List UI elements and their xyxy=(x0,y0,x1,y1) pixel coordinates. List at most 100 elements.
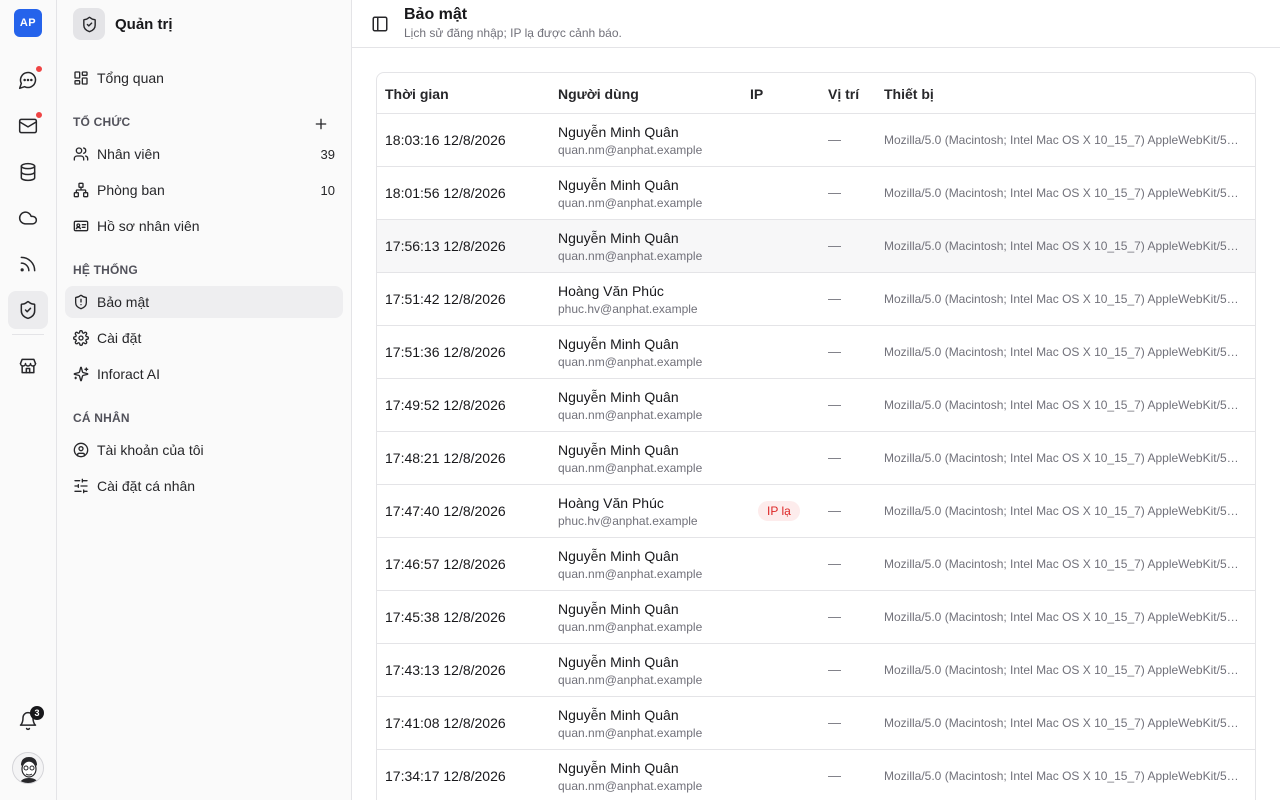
location-value: — xyxy=(828,185,841,200)
employees-count: 39 xyxy=(320,146,335,162)
sidebar-item-inforact-ai[interactable]: Inforact AI xyxy=(65,358,343,390)
user-email: quan.nm@anphat.example xyxy=(558,461,703,475)
workspace-logo[interactable]: AP xyxy=(14,9,42,37)
table-row[interactable]: 18:01:56 12/8/2026 Nguyễn Minh Quân quan.n… xyxy=(377,167,1255,220)
toggle-sidebar-button[interactable] xyxy=(370,14,390,34)
sidebar-item-settings[interactable]: Cài đặt xyxy=(65,322,343,354)
device-user-agent: Mozilla/5.0 (Macintosh; Intel Mac OS X 1… xyxy=(884,610,1244,624)
sidebar-header: Quản trị xyxy=(73,8,173,40)
table-row[interactable]: 17:45:38 12/8/2026 Nguyễn Minh Quân quan.n… xyxy=(377,591,1255,644)
sidebar-item-personal-settings[interactable]: Cài đặt cá nhân xyxy=(65,470,343,502)
login-time: 17:46:57 12/8/2026 xyxy=(385,556,506,572)
login-time: 18:03:16 12/8/2026 xyxy=(385,132,506,148)
sidebar-item-my-account[interactable]: Tài khoản của tôi xyxy=(65,434,343,466)
login-time: 17:56:13 12/8/2026 xyxy=(385,238,506,254)
shield-check-icon xyxy=(82,16,96,32)
departments-count: 10 xyxy=(320,182,335,198)
user-email: phuc.hv@anphat.example xyxy=(558,302,698,316)
user-email: phuc.hv@anphat.example xyxy=(558,514,698,528)
location-value: — xyxy=(828,291,841,306)
user-email: quan.nm@anphat.example xyxy=(558,567,703,581)
column-header-location[interactable]: Vị trí xyxy=(828,86,859,102)
plus-icon xyxy=(315,118,327,130)
user-email: quan.nm@anphat.example xyxy=(558,673,703,687)
shield-alert-icon xyxy=(75,294,87,310)
location-value: — xyxy=(828,768,841,783)
mail-unread-dot xyxy=(35,111,43,119)
unknown-ip-badge: IP lạ xyxy=(758,501,800,521)
sparkles-icon xyxy=(73,366,89,382)
store-icon xyxy=(19,358,37,374)
login-time: 18:01:56 12/8/2026 xyxy=(385,185,506,201)
table-row[interactable]: 17:56:13 12/8/2026 Nguyễn Minh Quân quan.n… xyxy=(377,220,1255,273)
device-user-agent: Mozilla/5.0 (Macintosh; Intel Mac OS X 1… xyxy=(884,716,1244,730)
admin-sidebar: Quản trị Tổng quan TỔ CHỨC Nhân viên 39 … xyxy=(57,0,352,800)
rail-database-button[interactable] xyxy=(8,153,48,191)
location-value: — xyxy=(828,609,841,624)
login-time: 17:51:42 12/8/2026 xyxy=(385,291,506,307)
user-name: Hoàng Văn Phúc xyxy=(558,495,664,511)
column-header-ip[interactable]: IP xyxy=(750,86,763,102)
rail-mail-button[interactable] xyxy=(8,107,48,145)
sidebar-header-icon-box xyxy=(73,8,105,40)
rail-admin-button[interactable] xyxy=(8,291,48,329)
login-time: 17:45:38 12/8/2026 xyxy=(385,609,506,625)
user-name: Nguyễn Minh Quân xyxy=(558,442,679,458)
table-row[interactable]: 17:43:13 12/8/2026 Nguyễn Minh Quân quan.n… xyxy=(377,644,1255,697)
table-row[interactable]: 17:51:36 12/8/2026 Nguyễn Minh Quân quan.n… xyxy=(377,326,1255,379)
user-name: Nguyễn Minh Quân xyxy=(558,601,679,617)
org-chart-icon xyxy=(73,182,89,198)
sidebar-item-employee-profiles[interactable]: Hồ sơ nhân viên xyxy=(65,210,343,242)
page-subtitle: Lịch sử đăng nhập; IP lạ được cảnh báo. xyxy=(404,26,622,40)
section-heading-organization: TỔ CHỨC xyxy=(73,115,131,129)
table-row[interactable]: 18:03:16 12/8/2026 Nguyễn Minh Quân quan.n… xyxy=(377,114,1255,167)
device-user-agent: Mozilla/5.0 (Macintosh; Intel Mac OS X 1… xyxy=(884,504,1244,518)
column-header-time[interactable]: Thời gian xyxy=(385,86,449,102)
gear-icon xyxy=(73,330,89,346)
sidebar-item-security[interactable]: Bảo mật xyxy=(65,286,343,318)
rail-store-button[interactable] xyxy=(8,347,48,385)
location-value: — xyxy=(828,238,841,253)
user-name: Nguyễn Minh Quân xyxy=(558,336,679,352)
login-history-table: Thời gian Người dùng IP Vị trí Thiết bị … xyxy=(376,72,1256,800)
login-time: 17:34:17 12/8/2026 xyxy=(385,768,506,784)
user-avatar[interactable] xyxy=(12,752,44,784)
sidebar-item-label: Bảo mật xyxy=(97,294,150,310)
location-value: — xyxy=(828,397,841,412)
location-value: — xyxy=(828,556,841,571)
device-user-agent: Mozilla/5.0 (Macintosh; Intel Mac OS X 1… xyxy=(884,557,1244,571)
user-email: quan.nm@anphat.example xyxy=(558,779,703,793)
sidebar-item-employees[interactable]: Nhân viên 39 xyxy=(65,138,343,170)
column-header-user[interactable]: Người dùng xyxy=(558,86,639,102)
sidebar-item-overview[interactable]: Tổng quan xyxy=(65,62,343,94)
device-user-agent: Mozilla/5.0 (Macintosh; Intel Mac OS X 1… xyxy=(884,133,1244,147)
device-user-agent: Mozilla/5.0 (Macintosh; Intel Mac OS X 1… xyxy=(884,186,1244,200)
device-user-agent: Mozilla/5.0 (Macintosh; Intel Mac OS X 1… xyxy=(884,239,1244,253)
rail-chat-button[interactable] xyxy=(8,61,48,99)
table-row[interactable]: 17:46:57 12/8/2026 Nguyễn Minh Quân quan.n… xyxy=(377,538,1255,591)
table-row[interactable]: 17:51:42 12/8/2026 Hoàng Văn Phúc phuc.hv@… xyxy=(377,273,1255,326)
add-organization-button[interactable] xyxy=(311,114,331,134)
device-user-agent: Mozilla/5.0 (Macintosh; Intel Mac OS X 1… xyxy=(884,292,1244,306)
rail-feed-button[interactable] xyxy=(8,245,48,283)
user-email: quan.nm@anphat.example xyxy=(558,249,703,263)
rail-cloud-button[interactable] xyxy=(8,199,48,237)
user-email: quan.nm@anphat.example xyxy=(558,408,703,422)
user-name: Nguyễn Minh Quân xyxy=(558,760,679,776)
sidebar-item-label: Cài đặt xyxy=(97,330,142,346)
table-row[interactable]: 17:41:08 12/8/2026 Nguyễn Minh Quân quan.n… xyxy=(377,697,1255,750)
table-row[interactable]: 17:34:17 12/8/2026 Nguyễn Minh Quân quan.n… xyxy=(377,750,1255,800)
user-name: Nguyễn Minh Quân xyxy=(558,124,679,140)
device-user-agent: Mozilla/5.0 (Macintosh; Intel Mac OS X 1… xyxy=(884,345,1244,359)
column-header-device[interactable]: Thiết bị xyxy=(884,86,934,102)
table-row[interactable]: 17:49:52 12/8/2026 Nguyễn Minh Quân quan.n… xyxy=(377,379,1255,432)
page-title: Bảo mật xyxy=(404,6,468,23)
table-row[interactable]: 17:47:40 12/8/2026 Hoàng Văn Phúc phuc.hv@… xyxy=(377,485,1255,538)
table-row[interactable]: 17:48:21 12/8/2026 Nguyễn Minh Quân quan.n… xyxy=(377,432,1255,485)
sidebar-item-departments[interactable]: Phòng ban 10 xyxy=(65,174,343,206)
user-email: quan.nm@anphat.example xyxy=(558,355,703,369)
user-email: quan.nm@anphat.example xyxy=(558,196,703,210)
user-name: Nguyễn Minh Quân xyxy=(558,707,679,723)
location-value: — xyxy=(828,503,841,518)
rail-notifications-button[interactable]: 3 xyxy=(8,702,48,740)
